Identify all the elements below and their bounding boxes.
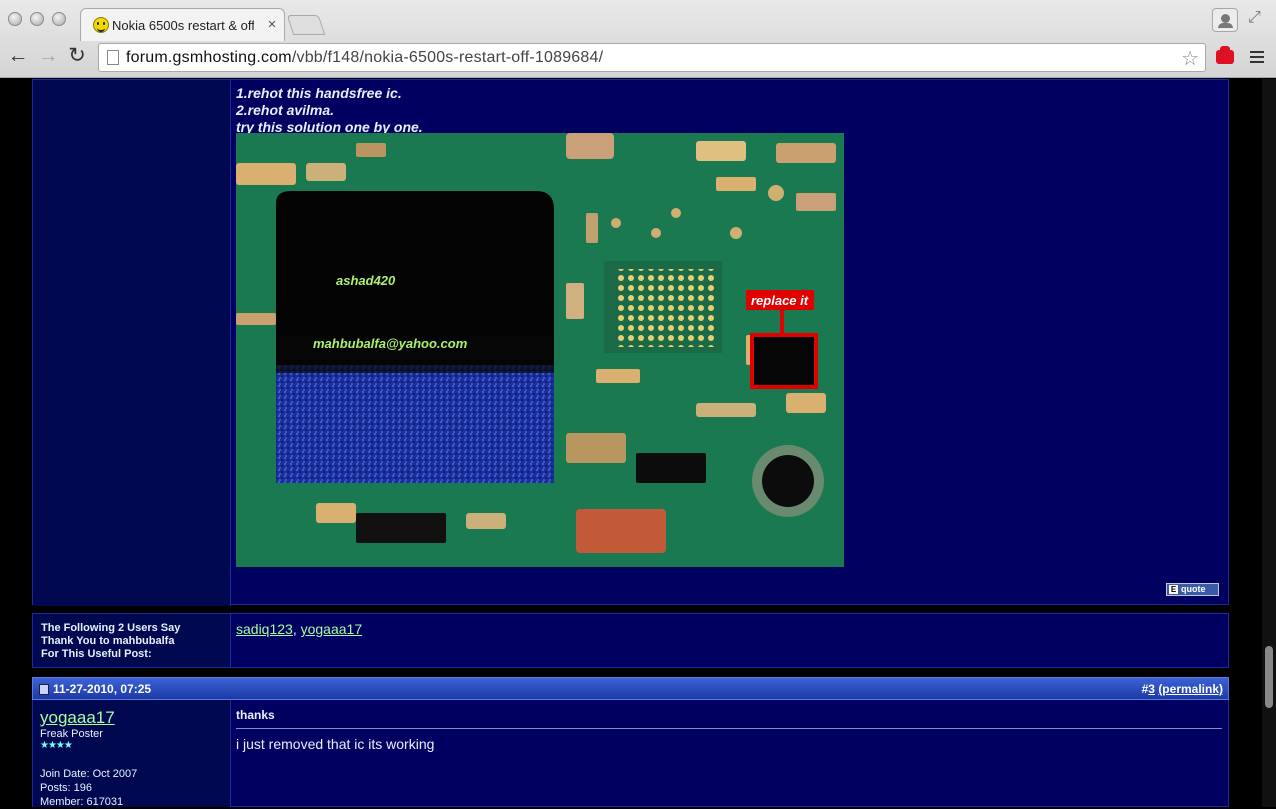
thanks-label: The Following 2 Users Say Thank You to m… bbox=[33, 614, 231, 667]
thanks-box: The Following 2 Users Say Thank You to m… bbox=[32, 613, 1229, 668]
post-number-link[interactable]: 3 bbox=[1148, 682, 1155, 696]
close-window-button[interactable] bbox=[8, 12, 22, 26]
tab-title: Nokia 6500s restart & off bbox=[112, 18, 254, 33]
thanks-user-link[interactable]: sadiq123 bbox=[236, 621, 293, 637]
watermark-ashad420: ashad420 bbox=[336, 273, 396, 288]
post-3-divider bbox=[236, 728, 1222, 729]
join-date: Join Date: Oct 2007 bbox=[40, 768, 138, 780]
scrollbar-thumb[interactable] bbox=[1265, 646, 1273, 708]
post-3-date: 11-27-2010, 07:25 bbox=[53, 682, 152, 696]
reputation-stars-icon: ★★★★ bbox=[40, 740, 73, 751]
back-button[interactable]: ← bbox=[6, 44, 30, 68]
thanks-user-link[interactable]: yogaaa17 bbox=[301, 621, 363, 637]
post-2-user-column bbox=[33, 80, 231, 606]
forward-button[interactable]: → bbox=[36, 44, 60, 68]
person-icon bbox=[1218, 14, 1233, 28]
url-host: forum.gsmhosting.com bbox=[126, 49, 292, 66]
tab-close-icon[interactable]: × bbox=[264, 16, 280, 33]
page-icon bbox=[107, 50, 119, 65]
menu-icon[interactable] bbox=[1250, 51, 1264, 53]
pcb-photo: replace it ashad420 mahbubalfa@yahoo.com bbox=[236, 133, 844, 567]
vertical-scrollbar[interactable] bbox=[1262, 79, 1276, 807]
reload-button[interactable]: ↻ bbox=[65, 44, 89, 68]
post-2: 1.rehot this handsfree ic. 2.rehot avilm… bbox=[32, 79, 1229, 606]
post-3-header: 11-27-2010, 07:25 #3 (permalink) bbox=[32, 677, 1229, 700]
watermark-email: mahbubalfa@yahoo.com bbox=[313, 336, 468, 351]
thanks-label-line-1: The Following 2 Users Say bbox=[41, 622, 181, 634]
smiley-favicon-icon bbox=[93, 17, 109, 33]
post-2-line-2: 2.rehot avilma. bbox=[236, 102, 335, 118]
profile-button[interactable] bbox=[1212, 8, 1238, 32]
post-3: yogaaa17 Freak Poster ★★★★ Join Date: Oc… bbox=[32, 700, 1229, 808]
post-3-number: #3 (permalink) bbox=[1142, 682, 1223, 696]
post-count: Posts: 196 bbox=[40, 782, 92, 794]
callout-label: replace it bbox=[751, 293, 809, 308]
zoom-window-button[interactable] bbox=[52, 12, 66, 26]
minimize-window-button[interactable] bbox=[30, 12, 44, 26]
browser-tab[interactable]: Nokia 6500s restart & off × bbox=[80, 8, 285, 41]
thanks-users: sadiq123, yogaaa17 bbox=[236, 621, 362, 637]
post-3-body: i just removed that ic its working bbox=[236, 736, 435, 752]
thanks-label-line-3: For This Useful Post: bbox=[41, 648, 152, 660]
thanks-separator: , bbox=[292, 621, 297, 637]
bookmark-star-icon[interactable]: ☆ bbox=[1181, 46, 1199, 71]
url-text[interactable]: forum.gsmhosting.com/vbb/f148/nokia-6500… bbox=[126, 49, 603, 67]
address-bar[interactable]: forum.gsmhosting.com/vbb/f148/nokia-6500… bbox=[98, 43, 1206, 72]
post-icon bbox=[39, 684, 49, 695]
post-2-message: 1.rehot this handsfree ic. 2.rehot avilm… bbox=[236, 85, 423, 136]
new-tab-button[interactable] bbox=[286, 15, 326, 35]
post-2-line-1: 1.rehot this handsfree ic. bbox=[236, 85, 402, 101]
permalink-link[interactable]: (permalink) bbox=[1158, 682, 1223, 696]
post-3-username-link[interactable]: yogaaa17 bbox=[40, 708, 223, 728]
user-rank: Freak Poster bbox=[40, 728, 103, 740]
url-path: /vbb/f148/nokia-6500s-restart-off-108968… bbox=[291, 49, 604, 66]
extension-icon[interactable] bbox=[1216, 46, 1234, 64]
post-3-title: thanks bbox=[236, 708, 275, 722]
fullscreen-icon[interactable]: ⤢ bbox=[1248, 9, 1261, 27]
quote-button[interactable]: quote bbox=[1166, 583, 1219, 596]
post-3-user-column: yogaaa17 Freak Poster ★★★★ Join Date: Oc… bbox=[33, 700, 231, 808]
thanks-label-line-2: Thank You to mahbubalfa bbox=[41, 635, 175, 647]
browser-chrome: Nokia 6500s restart & off × ⤢ ← → ↻ foru… bbox=[0, 0, 1276, 78]
